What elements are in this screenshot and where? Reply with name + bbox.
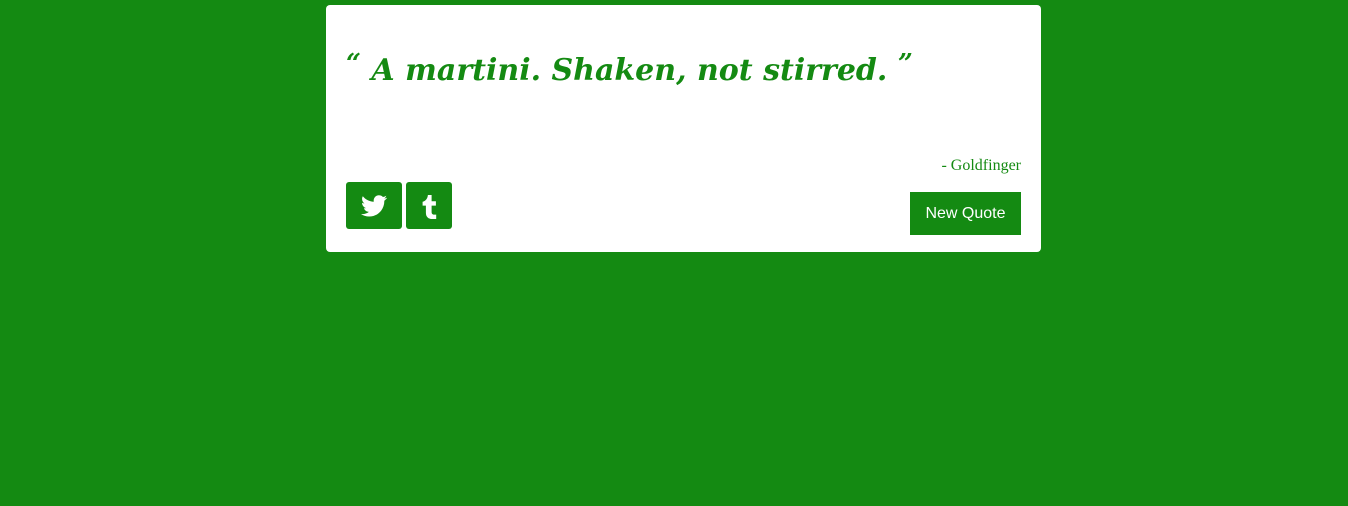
tumblr-button[interactable] [406, 182, 452, 229]
share-buttons [346, 182, 452, 229]
close-quote-mark: ” [897, 49, 913, 79]
new-quote-button[interactable]: New Quote [910, 192, 1021, 235]
tumblr-icon [422, 194, 437, 219]
quote-card: “ A martini. Shaken, not stirred. ” - Go… [326, 5, 1041, 252]
quote-text: A martini. Shaken, not stirred. [371, 53, 888, 88]
quote-text-block: “ A martini. Shaken, not stirred. ” [346, 49, 1021, 89]
tweet-button[interactable] [346, 182, 402, 229]
quote-author: - Goldfinger [941, 157, 1021, 174]
open-quote-mark: “ [346, 49, 361, 79]
twitter-icon [361, 194, 387, 217]
